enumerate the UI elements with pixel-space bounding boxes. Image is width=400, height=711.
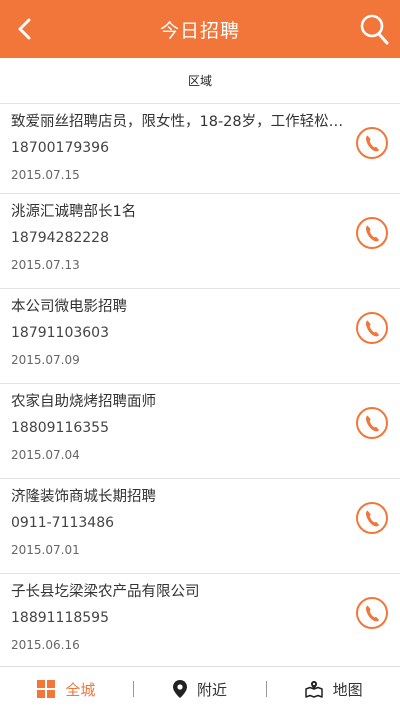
phone-icon[interactable] [355,311,389,345]
tab-label: 地图 [332,680,363,699]
job-phone: 0911-7113486 [11,515,115,531]
job-list: 致爱丽丝招聘店员，限女性，18-28岁，工作轻松待遇优厚 18700179396… [0,104,400,669]
job-date: 2015.07.13 [11,258,80,272]
tab-label: 全城 [65,680,96,699]
tab-nearby[interactable]: 附近 [134,667,267,711]
job-date: 2015.06.16 [11,638,80,652]
list-item[interactable]: 济隆装饰商城长期招聘 0911-7113486 2015.07.01 [0,479,400,574]
job-title: 子长县圪梁梁农产品有限公司 [11,584,200,600]
job-title: 致爱丽丝招聘店员，限女性，18-28岁，工作轻松待遇优厚 [11,114,351,130]
region-filter-label: 区域 [187,74,212,88]
job-phone: 18700179396 [11,140,109,156]
chevron-left-icon[interactable] [10,14,40,44]
job-phone: 18794282228 [11,230,109,246]
region-filter[interactable]: 区域 [0,58,400,104]
tab-map[interactable]: 地图 [267,667,400,711]
job-title: 济隆装饰商城长期招聘 [11,489,156,505]
phone-icon[interactable] [355,406,389,440]
tab-citywide[interactable]: 全城 [0,667,133,711]
job-title: 本公司微电影招聘 [11,299,127,315]
list-item[interactable]: 洮源汇诚聘部长1名 18794282228 2015.07.13 [0,194,400,289]
phone-icon[interactable] [355,501,389,535]
job-title: 农家自助烧烤招聘面师 [11,394,156,410]
grid-icon [37,680,56,698]
job-date: 2015.07.15 [11,168,80,182]
tab-label: 附近 [197,680,228,699]
job-date: 2015.07.09 [11,353,80,367]
app-header: 今日招聘 [0,0,400,58]
list-item[interactable]: 农家自助烧烤招聘面师 18809116355 2015.07.04 [0,384,400,479]
job-title: 洮源汇诚聘部长1名 [11,204,137,220]
job-phone: 18891118595 [11,610,109,626]
job-date: 2015.07.01 [11,543,80,557]
list-item[interactable]: 本公司微电影招聘 18791103603 2015.07.09 [0,289,400,384]
page-title: 今日招聘 [159,19,240,42]
list-item[interactable]: 致爱丽丝招聘店员，限女性，18-28岁，工作轻松待遇优厚 18700179396… [0,104,400,194]
phone-icon[interactable] [355,216,389,250]
phone-icon[interactable] [355,126,389,160]
job-date: 2015.07.04 [11,448,80,462]
job-phone: 18791103603 [11,325,109,341]
bottom-tabbar: 全城 附近 地图 [0,666,400,711]
map-icon [304,681,323,698]
search-icon[interactable] [358,12,390,46]
location-pin-icon [173,680,187,698]
list-item[interactable]: 子长县圪梁梁农产品有限公司 18891118595 2015.06.16 [0,574,400,669]
phone-icon[interactable] [355,596,389,630]
job-phone: 18809116355 [11,420,109,436]
